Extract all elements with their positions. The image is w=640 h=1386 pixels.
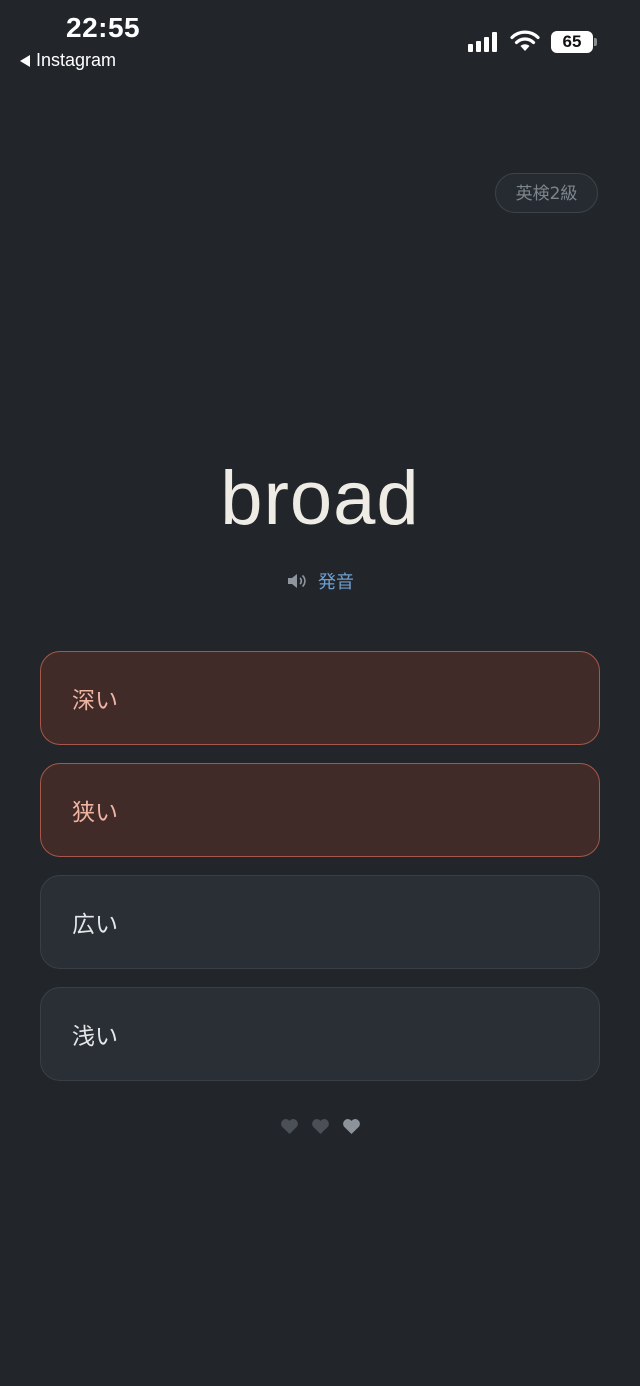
pronounce-button[interactable]: 発音 xyxy=(0,568,640,594)
answer-option-label: 広い xyxy=(72,912,118,938)
back-arrow-icon xyxy=(20,54,30,67)
answer-option-3[interactable]: 広い xyxy=(40,875,600,969)
heart-icon xyxy=(342,1119,360,1135)
battery-icon: 65 xyxy=(551,31,593,53)
level-badge: 英検2級 xyxy=(495,173,598,213)
answer-option-label: 狭い xyxy=(72,800,118,826)
answer-option-2[interactable]: 狭い xyxy=(40,763,600,857)
heart-icon xyxy=(280,1119,298,1135)
answer-option-label: 浅い xyxy=(72,1024,118,1050)
answer-option-4[interactable]: 浅い xyxy=(40,987,600,1081)
status-time: 22:55 xyxy=(66,12,141,43)
cellular-signal-icon xyxy=(468,32,497,52)
heart-icon xyxy=(311,1119,329,1135)
speaker-icon xyxy=(288,574,306,588)
quiz-screen: 22:55 Instagram 65 英検2級 broad 発音 深い 狭い 広… xyxy=(0,0,640,1386)
back-link-label: Instagram xyxy=(36,50,117,70)
quiz-word: broad xyxy=(220,456,420,541)
lives-indicator xyxy=(0,1118,640,1135)
pronounce-label: 発音 xyxy=(318,572,354,593)
battery-tip xyxy=(594,38,597,46)
wifi-icon xyxy=(510,30,540,51)
back-to-instagram-link[interactable]: Instagram xyxy=(20,50,116,71)
answer-option-label: 深い xyxy=(72,688,118,714)
answer-option-1[interactable]: 深い xyxy=(40,651,600,745)
